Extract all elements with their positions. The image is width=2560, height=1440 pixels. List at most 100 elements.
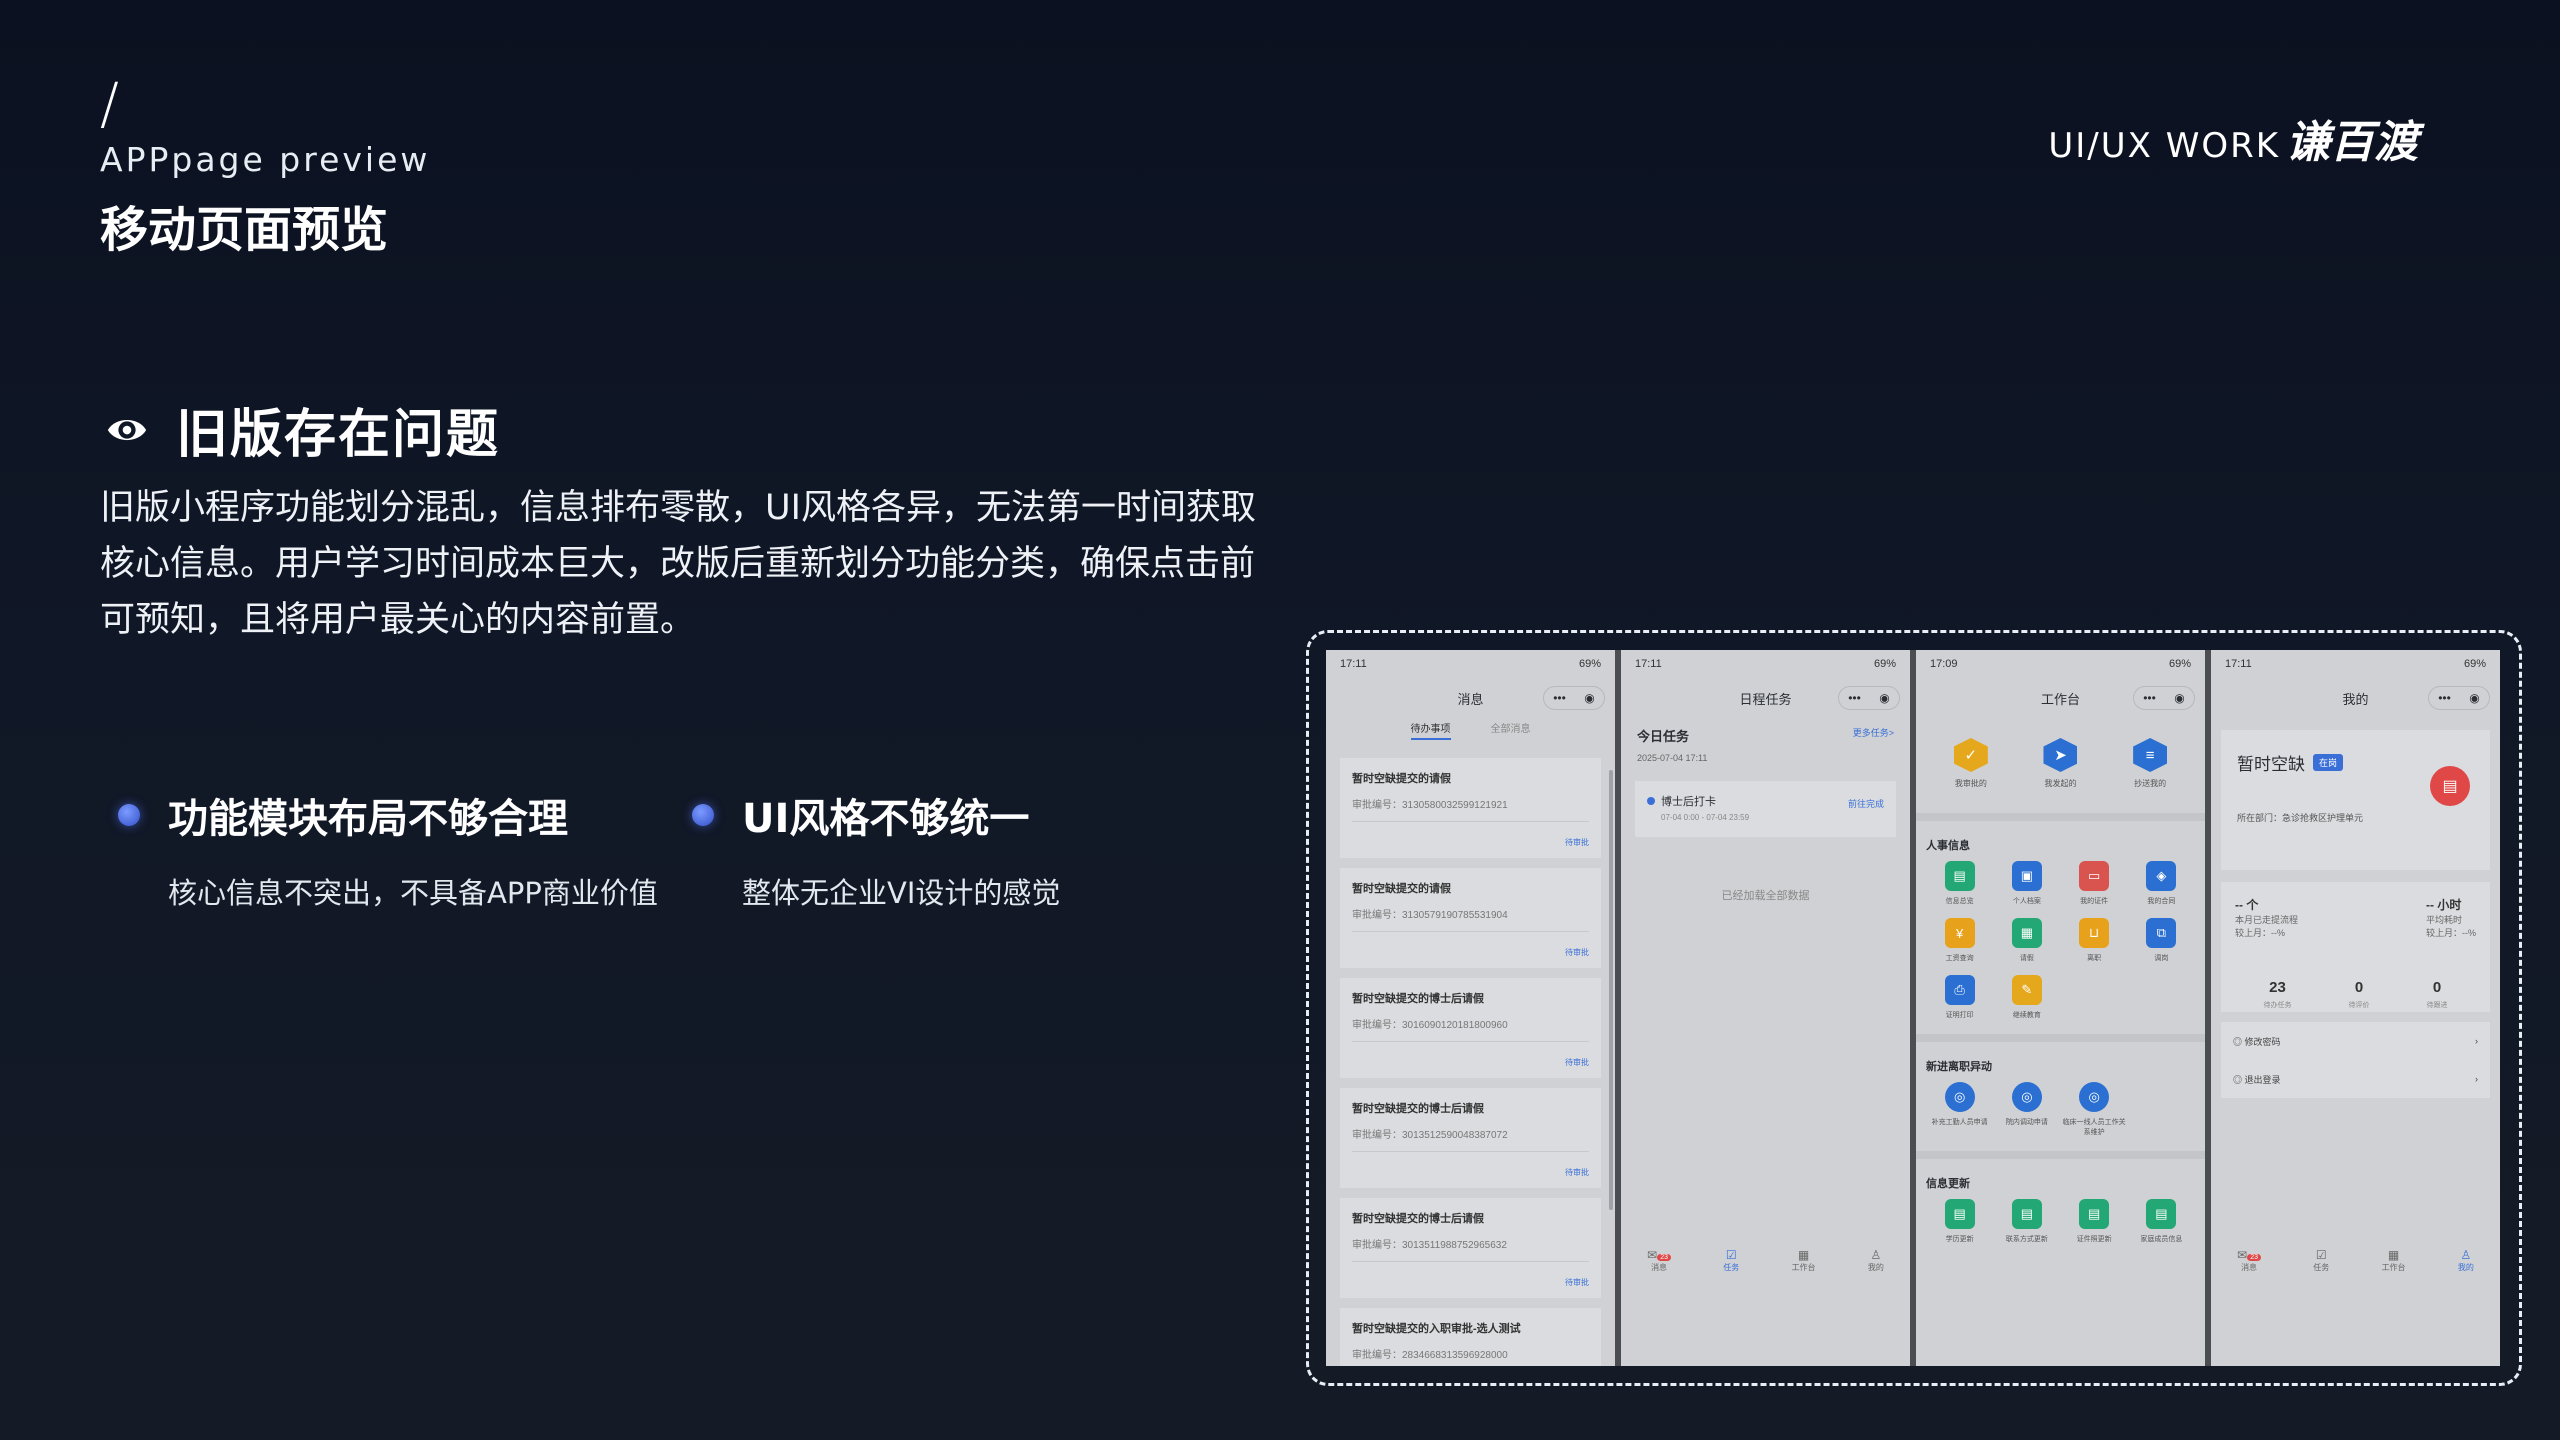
menu-label: 修改密码 <box>2233 1035 2281 1048</box>
id-card-icon[interactable]: ▤ <box>2430 766 2470 806</box>
nav-bar: 我的 ••• ◉ <box>2211 678 2500 718</box>
brand-text: UI/UX WORK <box>2048 126 2280 166</box>
grid-item[interactable]: ✎ 继续教育 <box>1993 975 2060 1020</box>
grid-label: 学历更新 <box>1945 1236 1974 1243</box>
scrollbar[interactable] <box>1609 770 1613 1210</box>
grid-item[interactable]: ⊔ 离职 <box>2061 918 2128 963</box>
item-title: 暂时空缺提交的请假 <box>1352 773 1451 785</box>
group-title: 人事信息 <box>1926 840 1970 852</box>
tab-label: 任务 <box>1723 1262 1740 1272</box>
grid-item[interactable]: ◈ 我的合同 <box>2128 861 2195 906</box>
close-icon[interactable]: ◉ <box>1879 691 1889 705</box>
menu-logout[interactable]: 退出登录 › <box>2221 1060 2490 1098</box>
tab-label: 工作台 <box>2381 1262 2406 1272</box>
status-time: 17:09 <box>1930 658 1958 670</box>
print-icon: ⎙ <box>1944 975 1975 1005</box>
tab-mine[interactable]: ♙ 我的 <box>2458 1248 2474 1273</box>
list-item[interactable]: 暂时空缺提交的请假 审批编号：3130579190785531904 待审批 <box>1340 868 1601 968</box>
view-link[interactable]: 待审批 <box>1565 947 1589 958</box>
count-row: 23 待办任务 0 待评价 0 待跟进 <box>2235 979 2476 1010</box>
brand-signature: 谦百渡 <box>2286 117 2418 168</box>
quick-initiated[interactable]: ➤ 我发起的 <box>2043 738 2078 789</box>
grid-item[interactable]: ⎙ 证明打印 <box>1926 975 1993 1020</box>
status-battery: 69% <box>1873 658 1896 670</box>
tab-tasks[interactable]: ☑ 任务 <box>1723 1248 1739 1273</box>
mini-program-capsule[interactable]: ••• ◉ <box>1838 686 1900 710</box>
quick-approved[interactable]: ✓ 我审批的 <box>1953 738 1988 789</box>
grid-item[interactable]: ▤ 学历更新 <box>1926 1199 1993 1244</box>
info-grid: ▤ 学历更新 ▤ 联系方式更新 ▤ 证件照更新 ▤ 家庭成员信息 <box>1916 1199 2205 1244</box>
loaded-all-text: 已经加载全部数据 <box>1721 890 1810 902</box>
complete-task-button[interactable]: 前往完成 <box>1848 797 1884 810</box>
mini-program-capsule[interactable]: ••• ◉ <box>1543 686 1605 710</box>
quick-cc[interactable]: ≡ 抄送我的 <box>2133 738 2168 789</box>
count-label: 待评价 <box>2348 1002 2370 1009</box>
grid-item[interactable]: ◎ 补充工勤人员申请 <box>1926 1082 1993 1137</box>
view-link[interactable]: 待审批 <box>1565 837 1589 848</box>
item-title: 暂时空缺提交的博士后请假 <box>1352 1103 1484 1115</box>
close-icon[interactable]: ◉ <box>2469 691 2479 705</box>
count-item[interactable]: 0 待评价 <box>2349 979 2370 1010</box>
tab-workbench[interactable]: ▦ 工作台 <box>1792 1248 1816 1273</box>
transfer-icon: ⧉ <box>2146 918 2177 948</box>
grid-item[interactable]: ▤ 证件照更新 <box>2061 1199 2128 1244</box>
grid-label: 调岗 <box>2154 955 2169 962</box>
grid-label: 家庭成员信息 <box>2140 1236 2183 1243</box>
count-item[interactable]: 0 待跟进 <box>2427 979 2448 1010</box>
grid-item[interactable]: ¥ 工资查询 <box>1926 918 1993 963</box>
menu-change-password[interactable]: 修改密码 › <box>2221 1022 2490 1060</box>
more-icon[interactable]: ••• <box>2143 691 2156 705</box>
settings-menu: 修改密码 › 退出登录 › <box>2221 1022 2490 1098</box>
item-code: 审批编号：2834668313596928000 <box>1352 1350 1508 1361</box>
task-time: 07-04 0:00 - 07-04 23:59 <box>1661 813 1750 822</box>
tab-todo[interactable]: 待办事项 <box>1410 720 1451 740</box>
grid-label: 信息总览 <box>1945 898 1974 905</box>
close-icon[interactable]: ◉ <box>2174 691 2184 705</box>
view-link[interactable]: 待审批 <box>1565 1057 1589 1068</box>
grid-item[interactable]: ▭ 我的证件 <box>2061 861 2128 906</box>
bullet-dot-icon <box>692 804 714 826</box>
more-tasks-link[interactable]: 更多任务> <box>1853 726 1894 745</box>
list-item[interactable]: 暂时空缺提交的博士后请假 审批编号：3013512590048387072 待审批 <box>1340 1088 1601 1188</box>
tab-workbench[interactable]: ▦ 工作台 <box>2382 1248 2406 1273</box>
list-item[interactable]: 暂时空缺提交的请假 审批编号：3130580032599121921 待审批 <box>1340 758 1601 858</box>
grid-item[interactable]: ▦ 请假 <box>1993 918 2060 963</box>
mini-program-capsule[interactable]: ••• ◉ <box>2133 686 2195 710</box>
page-title: 工作台 <box>2040 691 2080 707</box>
tab-tasks[interactable]: ☑ 任务 <box>2313 1248 2329 1273</box>
grid-label: 联系方式更新 <box>2005 1236 2048 1243</box>
grid-item[interactable]: ▤ 家庭成员信息 <box>2128 1199 2195 1244</box>
count-item[interactable]: 23 待办任务 <box>2264 979 2292 1010</box>
status-time: 17:11 <box>2225 658 2252 670</box>
grid-label: 院内调动申请 <box>2005 1119 2048 1126</box>
grid-item[interactable]: ▤ 联系方式更新 <box>1993 1199 2060 1244</box>
grid-item[interactable]: ▤ 信息总览 <box>1926 861 1993 906</box>
grid-item[interactable]: ▣ 个人档案 <box>1993 861 2060 906</box>
tab-mine[interactable]: ♙ 我的 <box>1868 1248 1884 1273</box>
close-icon[interactable]: ◉ <box>1584 691 1594 705</box>
grid-item[interactable]: ◎ 院内调动申请 <box>1993 1082 2060 1137</box>
mini-program-capsule[interactable]: ••• ◉ <box>2428 686 2490 710</box>
count-label: 待办任务 <box>2263 1002 2292 1009</box>
brand-logo: UI/UX WORK 谦百渡 <box>2048 106 2418 170</box>
tab-badge: 23 <box>2247 1253 2261 1261</box>
stat-block: -- 小时 平均耗时 较上月：--% <box>2426 896 2476 939</box>
more-icon[interactable]: ••• <box>2438 691 2451 705</box>
tab-messages[interactable]: ✉ 23 消息 <box>1647 1248 1671 1273</box>
list-item[interactable]: 暂时空缺提交的入职审批-选人测试 审批编号：2834668313596928000 <box>1340 1308 1601 1366</box>
task-card[interactable]: 博士后打卡 07-04 0:00 - 07-04 23:59 前往完成 <box>1635 781 1896 837</box>
status-bar: 17:09 69% <box>1916 650 2205 678</box>
tab-messages[interactable]: ✉ 23 消息 <box>2237 1248 2261 1273</box>
more-icon[interactable]: ••• <box>1553 691 1566 705</box>
more-icon[interactable]: ••• <box>1848 691 1861 705</box>
tab-all[interactable]: 全部消息 <box>1491 720 1531 740</box>
list-item[interactable]: 暂时空缺提交的博士后请假 审批编号：3016090120181800960 待审批 <box>1340 978 1601 1078</box>
view-link[interactable]: 待审批 <box>1565 1167 1589 1178</box>
list-item[interactable]: 暂时空缺提交的博士后请假 审批编号：3013511988752965632 待审批 <box>1340 1198 1601 1298</box>
grid-item[interactable]: ◎ 临床一线人员工作关系维护 <box>2061 1082 2128 1137</box>
grid-item[interactable]: ⧉ 调岗 <box>2128 918 2195 963</box>
task-icon: ☑ <box>1725 1247 1737 1262</box>
profile-department: 所在部门：急诊抢救区护理单元 <box>2237 813 2364 823</box>
item-title: 暂时空缺提交的博士后请假 <box>1352 1213 1484 1225</box>
view-link[interactable]: 待审批 <box>1565 1277 1589 1288</box>
